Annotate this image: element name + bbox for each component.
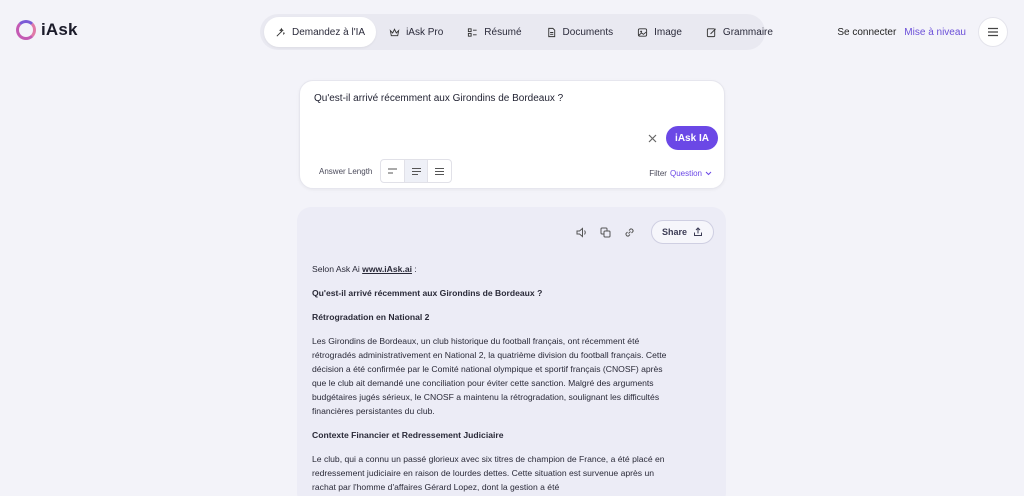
copy-button[interactable] xyxy=(599,225,613,239)
document-icon xyxy=(547,27,555,37)
speaker-icon xyxy=(576,226,586,238)
intro-suffix: : xyxy=(412,264,417,274)
filter-value: Question xyxy=(669,169,702,178)
main-nav: Demandez à l'IA iAsk Pro Résumé Document… xyxy=(260,14,773,50)
section-body: Le club, qui a connu un passé glorieux a… xyxy=(312,454,665,492)
answer-heading: Qu'est-il arrivé récemment aux Girondins… xyxy=(312,288,543,298)
tab-image[interactable]: Image xyxy=(626,17,693,47)
question-card: Qu'est-il arrivé récemment aux Girondins… xyxy=(299,80,725,189)
share-icon xyxy=(694,227,702,236)
tab-label: Résumé xyxy=(484,26,522,38)
tab-ask-ai[interactable]: Demandez à l'IA xyxy=(264,17,377,47)
medium-lines-icon xyxy=(411,167,421,175)
upgrade-link[interactable]: Mise à niveau xyxy=(904,27,966,38)
login-link[interactable]: Se connecter xyxy=(837,27,896,38)
length-short-option[interactable] xyxy=(381,160,405,182)
tab-label: Grammaire xyxy=(722,26,773,38)
filter-label: Filter xyxy=(649,169,667,178)
tab-label: iAsk Pro xyxy=(406,26,444,38)
tab-label: Image xyxy=(654,26,682,38)
sparkle-icon xyxy=(276,27,285,36)
brand-name: iAsk xyxy=(41,20,78,39)
link-button[interactable] xyxy=(623,225,637,239)
copy-icon xyxy=(600,227,611,237)
top-header: iAsk Demandez à l'IA iAsk Pro Résumé Doc… xyxy=(0,0,1024,64)
link-icon xyxy=(625,227,635,237)
tab-documents[interactable]: Documents xyxy=(535,17,625,47)
answer-toolbar: Share xyxy=(575,220,714,244)
tab-grammar[interactable]: Grammaire xyxy=(695,17,784,47)
answer-length-selector xyxy=(380,159,452,183)
answer-length-label: Answer Length xyxy=(319,167,373,176)
edit-icon xyxy=(706,27,716,37)
menu-button[interactable] xyxy=(978,17,1008,47)
section-title: Rétrogradation en National 2 xyxy=(312,312,430,322)
long-lines-icon xyxy=(435,167,445,175)
close-icon xyxy=(648,134,656,142)
answer-content: Selon Ask Ai www.iAsk.ai : Qu'est-il arr… xyxy=(312,262,667,496)
brand-logo[interactable]: iAsk xyxy=(16,20,78,40)
share-button[interactable]: Share xyxy=(650,220,714,244)
share-label: Share xyxy=(661,227,687,237)
tab-summary[interactable]: Résumé xyxy=(456,17,532,47)
image-icon xyxy=(638,27,648,37)
section-title: Contexte Financier et Redressement Judic… xyxy=(312,430,504,440)
source-link[interactable]: www.iAsk.ai xyxy=(362,264,412,274)
answer-card: Share Selon Ask Ai www.iAsk.ai : Qu'est-… xyxy=(297,207,726,496)
tab-label: Demandez à l'IA xyxy=(292,26,366,38)
tab-label: Documents xyxy=(562,26,614,38)
length-long-option[interactable] xyxy=(428,160,451,182)
short-lines-icon xyxy=(387,168,397,174)
logo-ring-icon xyxy=(16,20,36,40)
clear-button[interactable] xyxy=(645,131,659,145)
ask-button[interactable]: iAsk IA xyxy=(666,126,718,150)
question-input[interactable]: Qu'est-il arrivé récemment aux Girondins… xyxy=(314,93,563,104)
header-actions: Se connecter Mise à niveau xyxy=(837,17,1008,47)
tab-iask-pro[interactable]: iAsk Pro xyxy=(378,17,454,47)
filter-control[interactable]: Filter Question xyxy=(649,169,712,178)
summary-icon xyxy=(468,27,477,37)
speaker-button[interactable] xyxy=(575,225,589,239)
crown-icon xyxy=(389,27,400,36)
hamburger-icon xyxy=(988,27,998,37)
length-medium-option[interactable] xyxy=(404,160,429,182)
section-body: Les Girondins de Bordeaux, un club histo… xyxy=(312,336,667,416)
answer-intro: Selon Ask Ai www.iAsk.ai : xyxy=(312,262,667,276)
intro-prefix: Selon Ask Ai xyxy=(312,264,363,274)
chevron-down-icon xyxy=(705,171,712,176)
